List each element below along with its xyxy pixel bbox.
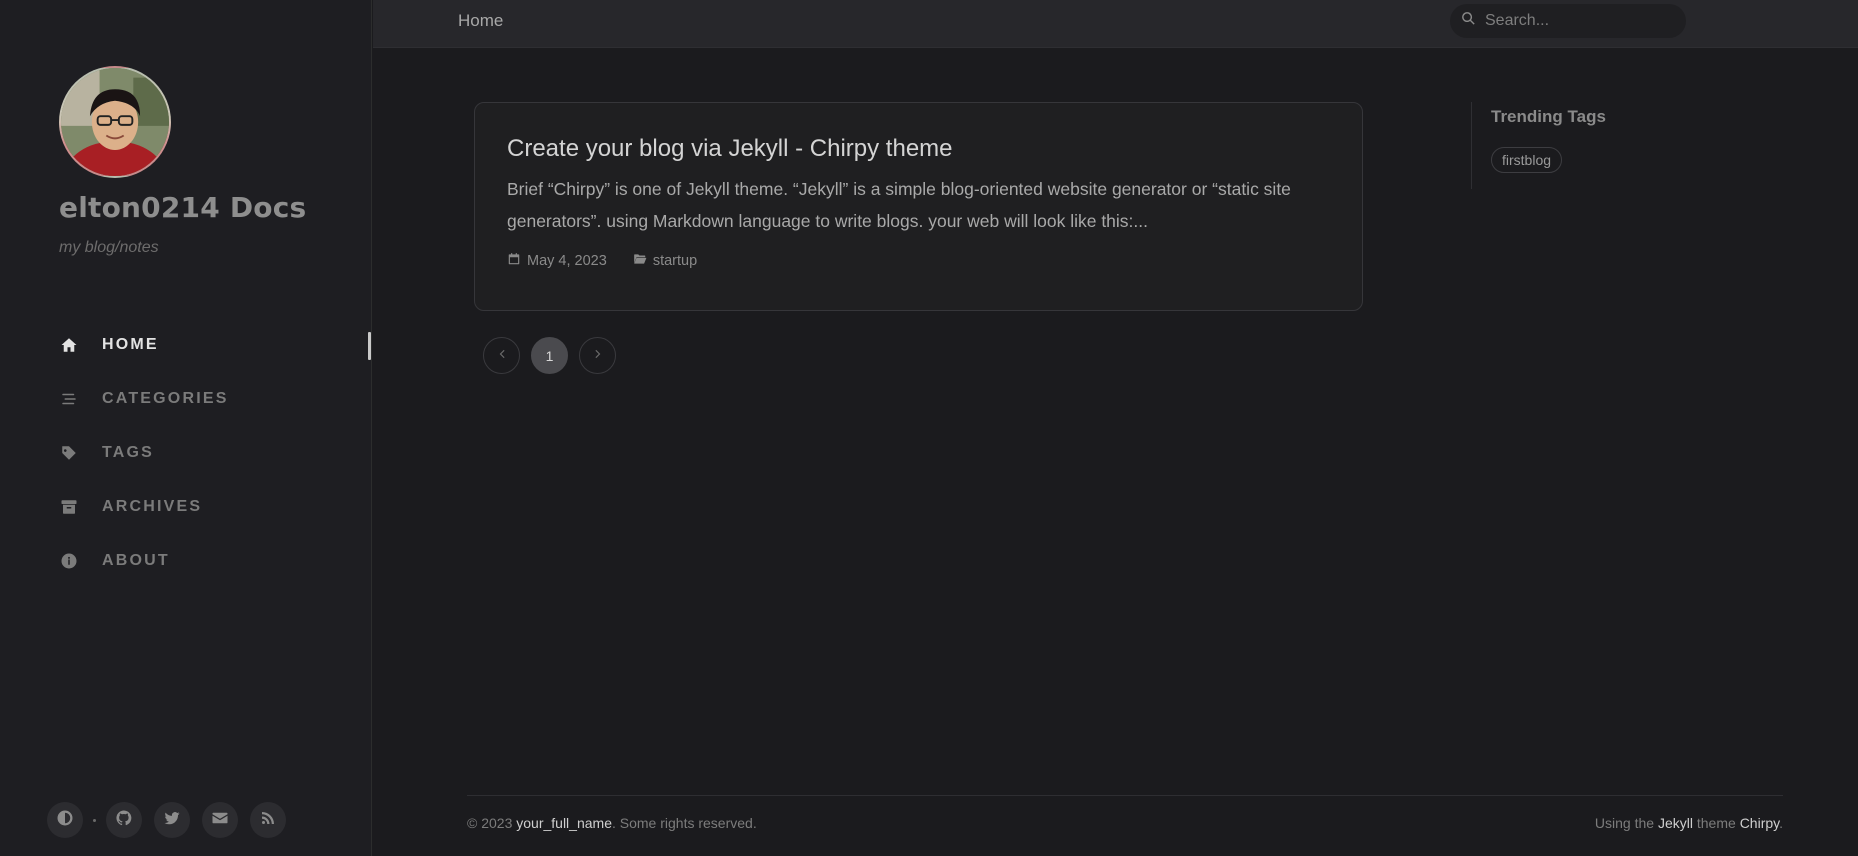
jekyll-link[interactable]: Jekyll <box>1658 815 1693 831</box>
home-icon <box>59 335 79 355</box>
post-date: May 4, 2023 <box>507 252 607 270</box>
sidebar-item-archives[interactable]: ARCHIVES <box>0 480 372 534</box>
chevron-left-icon <box>495 347 509 364</box>
post-meta: May 4, 2023 startup <box>507 252 1330 270</box>
sidebar-item-label: ABOUT <box>102 552 170 569</box>
sidebar-item-label: TAGS <box>102 444 155 461</box>
avatar[interactable] <box>59 66 171 178</box>
email-icon <box>211 809 229 832</box>
twitter-link[interactable] <box>154 802 190 838</box>
theme-toggle-icon <box>56 809 74 832</box>
stream-icon <box>59 389 79 409</box>
tag-icon <box>59 443 79 463</box>
folder-open-icon <box>633 252 653 270</box>
using-the-text: Using the <box>1594 815 1658 831</box>
github-link[interactable] <box>106 802 142 838</box>
post-category: startup <box>633 252 697 270</box>
page-number-button[interactable]: 1 <box>531 337 568 374</box>
avatar-photo <box>61 68 169 176</box>
footer: © 2023 your_full_name. Some rights reser… <box>467 795 1783 835</box>
site-subtitle: my blog/notes <box>59 239 159 256</box>
rss-icon <box>259 809 277 832</box>
search-icon <box>1460 10 1485 32</box>
calendar-icon <box>507 252 527 270</box>
archive-icon <box>59 497 79 517</box>
post-category-text: startup <box>652 253 698 269</box>
separator-dot <box>93 818 96 822</box>
copyright-prefix: © 2023 <box>467 815 517 831</box>
sidebar-item-label: HOME <box>102 336 159 353</box>
rss-link[interactable] <box>250 802 286 838</box>
sidebar-nav: HOME CATEGORIES TAGS ARCHIVES ABOUT <box>0 318 372 588</box>
info-icon <box>59 551 79 571</box>
search-input[interactable] <box>1485 12 1665 30</box>
search-box[interactable] <box>1450 4 1686 38</box>
sidebar-item-label: CATEGORIES <box>102 390 229 407</box>
period-text: . <box>1779 815 1783 831</box>
twitter-icon <box>163 809 181 832</box>
post-title[interactable]: Create your blog via Jekyll - Chirpy the… <box>507 135 1330 163</box>
author-link[interactable]: your_full_name <box>516 815 612 831</box>
sidebar-item-about[interactable]: ABOUT <box>0 534 372 588</box>
breadcrumb: Home <box>458 11 504 30</box>
chirpy-link[interactable]: Chirpy <box>1740 815 1779 831</box>
post-card[interactable]: Create your blog via Jekyll - Chirpy the… <box>474 102 1363 311</box>
footer-credits: Using the Jekyll theme Chirpy. <box>1595 815 1783 831</box>
sidebar-item-categories[interactable]: CATEGORIES <box>0 372 372 426</box>
sidebar-item-home[interactable]: HOME <box>0 318 372 372</box>
tag-pill[interactable]: firstblog <box>1491 147 1563 173</box>
theme-toggle-button[interactable] <box>47 802 83 838</box>
sidebar-bottom-links <box>47 802 298 838</box>
trending-tags-panel: Trending Tags firstblog <box>1471 102 1606 189</box>
rights-text: . Some rights reserved. <box>611 815 757 831</box>
sidebar-item-tags[interactable]: TAGS <box>0 426 372 480</box>
theme-word-text: theme <box>1692 815 1740 831</box>
sidebar-item-label: ARCHIVES <box>102 498 203 515</box>
next-page-button[interactable] <box>579 337 616 374</box>
chevron-right-icon <box>591 347 605 364</box>
github-icon <box>115 809 133 832</box>
post-date-text: May 4, 2023 <box>527 253 607 269</box>
sidebar: elton0214 Docs my blog/notes HOME CATEGO… <box>0 0 372 856</box>
prev-page-button[interactable] <box>483 337 520 374</box>
email-link[interactable] <box>202 802 238 838</box>
footer-copyright: © 2023 your_full_name. Some rights reser… <box>467 815 757 831</box>
site-title[interactable]: elton0214 Docs <box>59 191 306 224</box>
post-excerpt: Brief “Chirpy” is one of Jekyll theme. “… <box>507 179 1291 231</box>
topbar: Home <box>373 0 1858 48</box>
pagination: 1 <box>483 337 627 374</box>
trending-tags-heading: Trending Tags <box>1491 107 1606 126</box>
